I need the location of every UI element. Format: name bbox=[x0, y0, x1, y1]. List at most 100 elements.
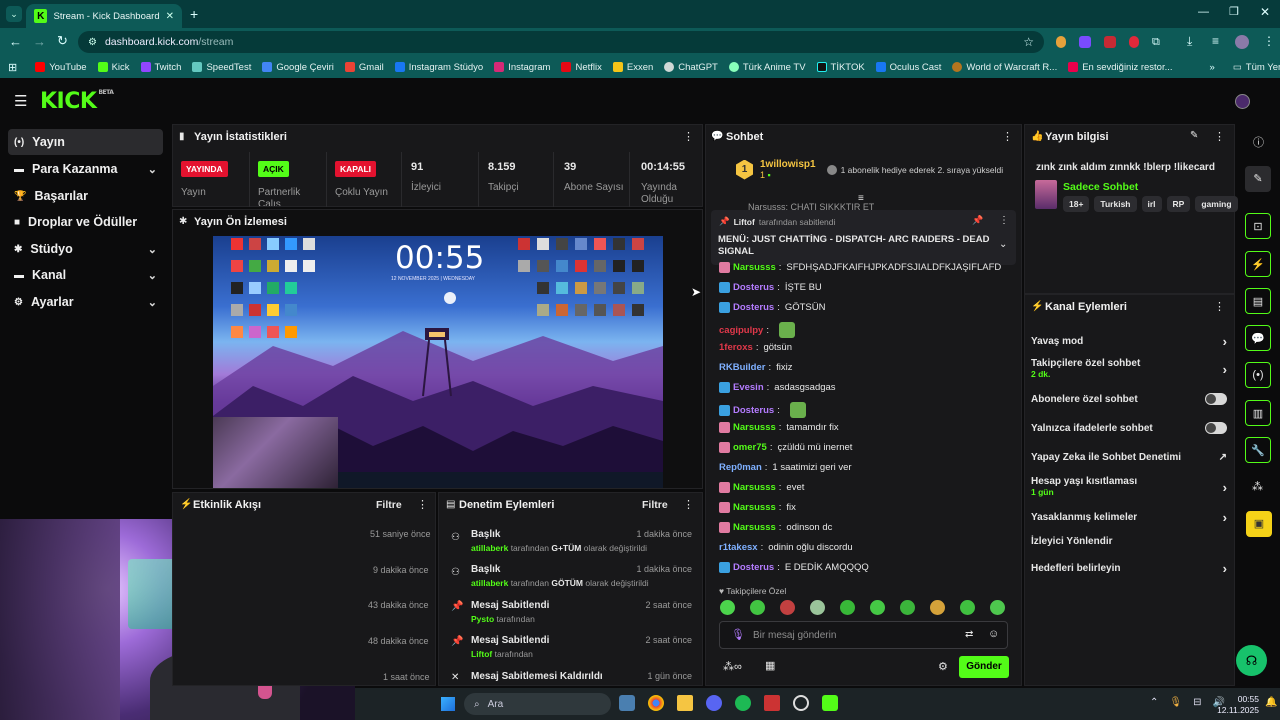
emote-icon[interactable] bbox=[960, 600, 975, 615]
bookmark-tiktok[interactable]: TİKTOK bbox=[816, 62, 865, 73]
spotify-icon[interactable] bbox=[735, 695, 751, 711]
reload-icon[interactable]: ↻ bbox=[57, 33, 68, 49]
info-icon[interactable]: ⓘ bbox=[1253, 134, 1264, 150]
emote-icon[interactable] bbox=[750, 600, 765, 615]
chat-username[interactable]: r1takesx bbox=[719, 542, 758, 553]
chat-username[interactable]: Narsusss bbox=[733, 522, 776, 533]
chat-username[interactable]: Narsusss bbox=[733, 262, 776, 273]
bookmark-yemeksepeti[interactable]: En sevdiğiniz restor... bbox=[1068, 62, 1173, 73]
emote-icon[interactable] bbox=[990, 600, 1005, 615]
tab-list-button[interactable]: ⌄ bbox=[6, 6, 22, 22]
stream-info-menu-icon[interactable]: ⋮ bbox=[1214, 130, 1225, 143]
extension-icon[interactable] bbox=[1056, 36, 1066, 48]
store-icon[interactable]: ▦ bbox=[765, 659, 775, 672]
sidebar-item-studyo[interactable]: ✱ Stüdyo ⌄ bbox=[8, 236, 163, 262]
layout-rail-button[interactable]: ▥ bbox=[1245, 400, 1271, 426]
emote-icon[interactable] bbox=[780, 600, 795, 615]
chat-username[interactable]: Dosterus bbox=[733, 405, 774, 416]
profile-avatar[interactable] bbox=[1235, 35, 1249, 49]
maximize-button[interactable]: ❐ bbox=[1229, 5, 1239, 18]
chat-username[interactable]: Narsusss bbox=[733, 422, 776, 433]
minimize-button[interactable]: — bbox=[1198, 6, 1209, 18]
category-name[interactable]: Sadece Sohbet bbox=[1063, 181, 1138, 193]
chat-username[interactable]: cagipulpy bbox=[719, 325, 763, 336]
kick-logo[interactable]: KICK BETA bbox=[40, 89, 114, 114]
moderation-filter-button[interactable]: Filtre bbox=[642, 499, 668, 511]
all-bookmarks-folder[interactable]: ▭Tüm Yer İşaretleri bbox=[1233, 62, 1280, 73]
apps-icon[interactable]: ⊞ bbox=[8, 61, 17, 74]
unpin-icon[interactable]: 📌 bbox=[972, 215, 983, 226]
emote-icon[interactable] bbox=[840, 600, 855, 615]
chat-menu-icon[interactable]: ⋮ bbox=[1002, 130, 1013, 143]
chat-username[interactable]: RKBuilder bbox=[719, 362, 765, 373]
discord-icon[interactable] bbox=[706, 695, 722, 711]
chat-username[interactable]: Dosterus bbox=[733, 282, 774, 293]
emote-icon[interactable] bbox=[720, 600, 735, 615]
browser-menu-icon[interactable]: ⋮ bbox=[1263, 34, 1275, 48]
activity-menu-icon[interactable]: ⋮ bbox=[417, 498, 428, 511]
emote-icon[interactable] bbox=[810, 600, 825, 615]
bookmark-exxen[interactable]: Exxen bbox=[612, 62, 653, 73]
kick-app-icon[interactable] bbox=[822, 695, 838, 711]
chat-username[interactable]: Narsusss bbox=[733, 502, 776, 513]
network-icon[interactable]: ⊟ bbox=[1193, 697, 1201, 708]
action-ai-moderation[interactable]: Yapay Zeka ile Sohbet Denetimi ↗ bbox=[1031, 452, 1227, 463]
edit-rail-button[interactable]: ✎ bbox=[1245, 166, 1271, 192]
chat-settings-icon[interactable]: ⚙ bbox=[938, 660, 948, 673]
activity-filter-button[interactable]: Filtre bbox=[376, 499, 402, 511]
pinned-menu-icon[interactable]: ⋮ bbox=[999, 215, 1009, 226]
sidebar-item-basarilar[interactable]: 🏆 Başarılar bbox=[8, 183, 163, 209]
start-icon[interactable] bbox=[441, 697, 455, 711]
mic-tray-icon[interactable]: 🎙 bbox=[1169, 697, 1182, 708]
bookmark-instagram-studio[interactable]: Instagram Stüdyo bbox=[394, 62, 483, 73]
action-followers-only[interactable]: Takipçilere özel sohbet 2 dk. › bbox=[1031, 358, 1227, 380]
sidebar-item-kanal[interactable]: ▬ Kanal ⌄ bbox=[8, 262, 163, 288]
file-explorer-icon[interactable] bbox=[677, 695, 693, 711]
subscribers-only-toggle[interactable] bbox=[1205, 393, 1227, 405]
action-account-age[interactable]: Hesap yaşı kısıtlaması 1 gün › bbox=[1031, 476, 1227, 498]
download-icon[interactable]: ⤓ bbox=[1187, 34, 1192, 49]
bookmark-netflix[interactable]: Netflix bbox=[561, 62, 602, 73]
sidebar-item-yayin[interactable]: (•) Yayın bbox=[8, 129, 163, 155]
hamburger-menu-icon[interactable]: ☰ bbox=[14, 92, 27, 110]
action-raid[interactable]: İzleyici Yönlendir bbox=[1031, 536, 1227, 547]
extension-icon[interactable] bbox=[1079, 36, 1091, 48]
tag-chip[interactable]: RP bbox=[1166, 196, 1191, 212]
stream-preview-video[interactable]: 00:55 12 NOVEMBER 2025 | WEDNESDAY bbox=[213, 236, 663, 488]
new-tab-button[interactable]: + bbox=[190, 6, 198, 22]
tag-chip[interactable]: gaming bbox=[1195, 196, 1238, 212]
action-banned-words[interactable]: Yasaklanmış kelimeler › bbox=[1031, 510, 1227, 525]
send-button[interactable]: Gönder bbox=[959, 656, 1009, 678]
tag-chip[interactable]: Turkish bbox=[1094, 196, 1137, 212]
tag-chip[interactable]: 18+ bbox=[1063, 196, 1090, 212]
sidebar-item-ayarlar[interactable]: ⚙ Ayarlar ⌄ bbox=[8, 289, 163, 315]
emote-icon[interactable] bbox=[930, 600, 945, 615]
document-rail-button[interactable]: ▤ bbox=[1245, 288, 1271, 314]
user-avatar[interactable] bbox=[1235, 94, 1250, 109]
bookmark-turk-anime[interactable]: Türk Anime TV bbox=[728, 62, 806, 73]
chat-username[interactable]: Dosterus bbox=[733, 562, 774, 573]
tag-chip[interactable]: irl bbox=[1141, 196, 1162, 212]
wrench-rail-button[interactable]: 🔧 bbox=[1245, 437, 1271, 463]
channel-actions-menu-icon[interactable]: ⋮ bbox=[1214, 300, 1225, 313]
site-info-icon[interactable]: ⚙ bbox=[88, 37, 97, 48]
widgets-icon[interactable] bbox=[619, 695, 635, 711]
gift-user[interactable]: 1willowisp1 bbox=[760, 159, 816, 170]
forward-icon[interactable]: → bbox=[33, 34, 46, 49]
chevron-up-icon[interactable]: ⌃ bbox=[1150, 697, 1158, 708]
bookmark-youtube[interactable]: YouTube bbox=[35, 62, 87, 73]
bolt-rail-button[interactable]: ⚡ bbox=[1245, 251, 1271, 277]
back-icon[interactable]: ← bbox=[9, 34, 22, 49]
chevron-down-icon[interactable]: ⌄ bbox=[999, 239, 1007, 250]
bookmark-kick[interactable]: Kick bbox=[97, 62, 130, 73]
points-rail-icon[interactable]: ⁂ bbox=[1252, 480, 1263, 493]
broadcast-rail-button[interactable]: (•) bbox=[1245, 362, 1271, 388]
more-bookmarks-icon[interactable]: » bbox=[1210, 62, 1215, 73]
emote-icon[interactable] bbox=[900, 600, 915, 615]
bookmark-twitch[interactable]: Twitch bbox=[140, 62, 181, 73]
microphone-icon[interactable]: 🎙 bbox=[731, 628, 745, 641]
extensions-puzzle-icon[interactable]: ⧉ bbox=[1152, 36, 1160, 49]
action-goals[interactable]: Hedefleri belirleyin › bbox=[1031, 561, 1227, 576]
bookmark-chatgpt[interactable]: ChatGPT bbox=[664, 62, 718, 73]
chat-username[interactable]: Narsusss bbox=[733, 482, 776, 493]
